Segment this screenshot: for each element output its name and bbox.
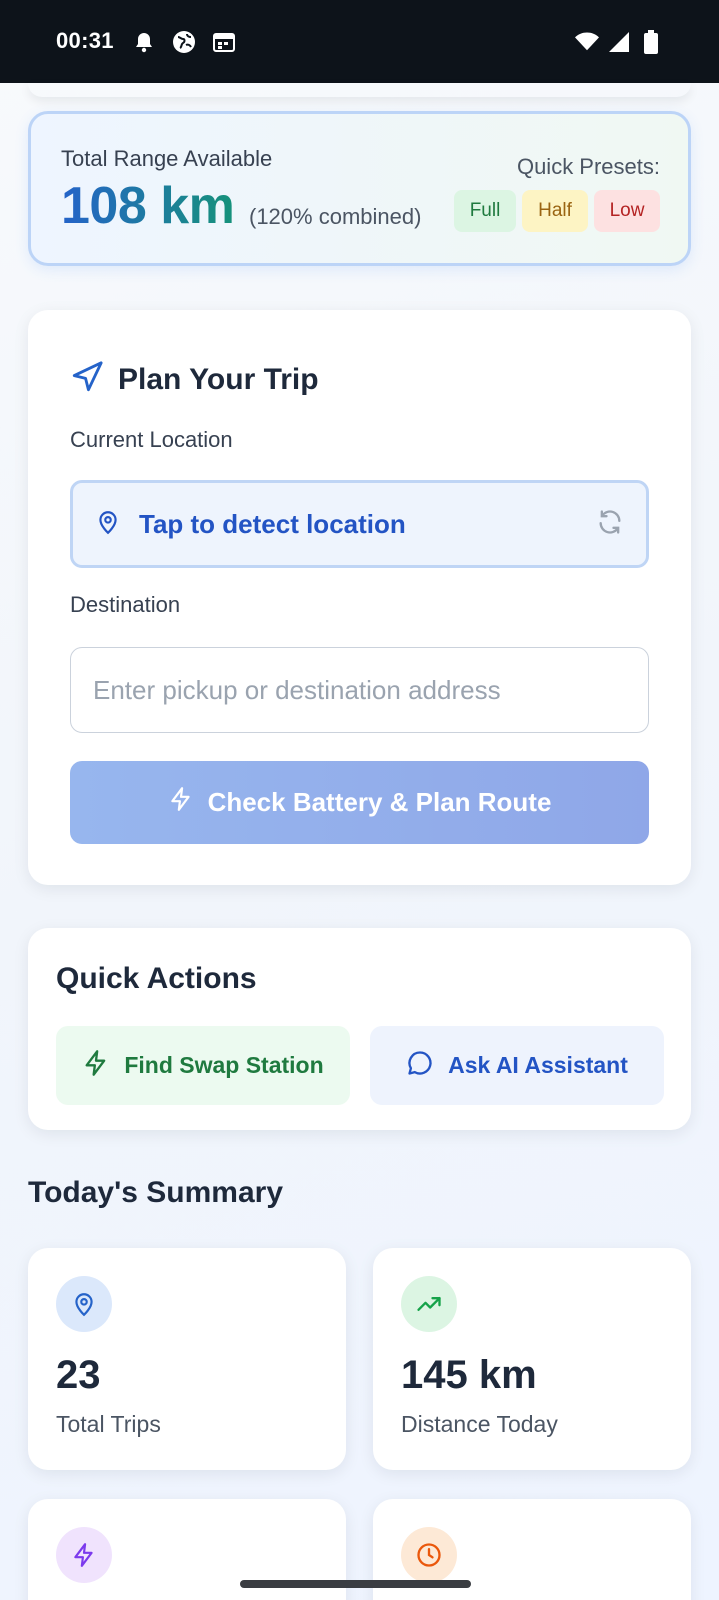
stat-card-distance-today[interactable]: 145 km Distance Today — [373, 1248, 691, 1470]
notification-bell-icon — [132, 30, 156, 54]
ask-ai-assistant-button[interactable]: Ask AI Assistant — [370, 1026, 664, 1105]
status-bar: 00:31 — [0, 0, 719, 83]
wifi-icon — [575, 30, 599, 54]
range-value: 108 km — [61, 177, 235, 235]
range-card: Total Range Available 108 km (120% combi… — [28, 111, 691, 266]
preset-full-button[interactable]: Full — [454, 190, 516, 232]
lightning-icon — [82, 1049, 110, 1083]
vpn-globe-icon — [172, 30, 196, 54]
location-pin-icon — [95, 508, 121, 541]
plan-button-label: Check Battery & Plan Route — [207, 787, 552, 817]
destination-label: Destination — [70, 592, 181, 617]
stat-value: 23 — [56, 1353, 101, 1397]
find-swap-station-button[interactable]: Find Swap Station — [56, 1026, 350, 1105]
location-pin-icon — [56, 1276, 112, 1332]
signal-icon — [607, 30, 631, 54]
preset-low-button[interactable]: Low — [594, 190, 660, 232]
presets-label: Quick Presets: — [516, 154, 660, 179]
clock-icon — [401, 1527, 457, 1583]
chat-bubble-icon — [406, 1049, 434, 1083]
stat-value: 145 km — [401, 1353, 537, 1397]
stat-card-total-trips[interactable]: 23 Total Trips — [28, 1248, 346, 1470]
destination-input[interactable] — [70, 647, 649, 733]
current-location-label: Current Location — [70, 427, 233, 452]
plan-trip-header: Plan Your Trip — [70, 360, 319, 399]
detect-location-button[interactable]: Tap to detect location — [70, 480, 649, 568]
stat-label: Total Trips — [56, 1411, 161, 1437]
battery-icon — [639, 29, 663, 54]
refresh-icon[interactable] — [596, 508, 624, 541]
ask-ai-assistant-label: Ask AI Assistant — [448, 1052, 628, 1078]
range-label: Total Range Available — [61, 146, 273, 171]
stat-label: Distance Today — [401, 1411, 558, 1437]
quick-actions-card: Quick Actions Find Swap Station Ask AI A… — [28, 928, 691, 1130]
status-time: 00:31 — [56, 27, 114, 53]
check-battery-plan-route-button[interactable]: Check Battery & Plan Route — [70, 761, 649, 844]
detect-location-text: Tap to detect location — [139, 508, 406, 539]
plan-trip-title: Plan Your Trip — [118, 362, 319, 396]
find-swap-station-label: Find Swap Station — [124, 1052, 324, 1078]
preset-half-button[interactable]: Half — [522, 190, 588, 232]
navigation-icon — [70, 360, 104, 399]
lightning-icon — [56, 1527, 112, 1583]
presets-group: Full Half Low — [454, 190, 660, 232]
calendar-icon — [212, 30, 236, 54]
plan-trip-card: Plan Your Trip Current Location Tap to d… — [28, 310, 691, 885]
lightning-icon — [168, 785, 194, 820]
trending-up-icon — [401, 1276, 457, 1332]
quick-actions-title: Quick Actions — [56, 962, 257, 995]
range-combined: (120% combined) — [249, 204, 422, 229]
todays-summary-title: Today's Summary — [28, 1176, 283, 1209]
gesture-home-bar[interactable] — [240, 1580, 471, 1588]
scroll-shadow — [28, 83, 691, 97]
